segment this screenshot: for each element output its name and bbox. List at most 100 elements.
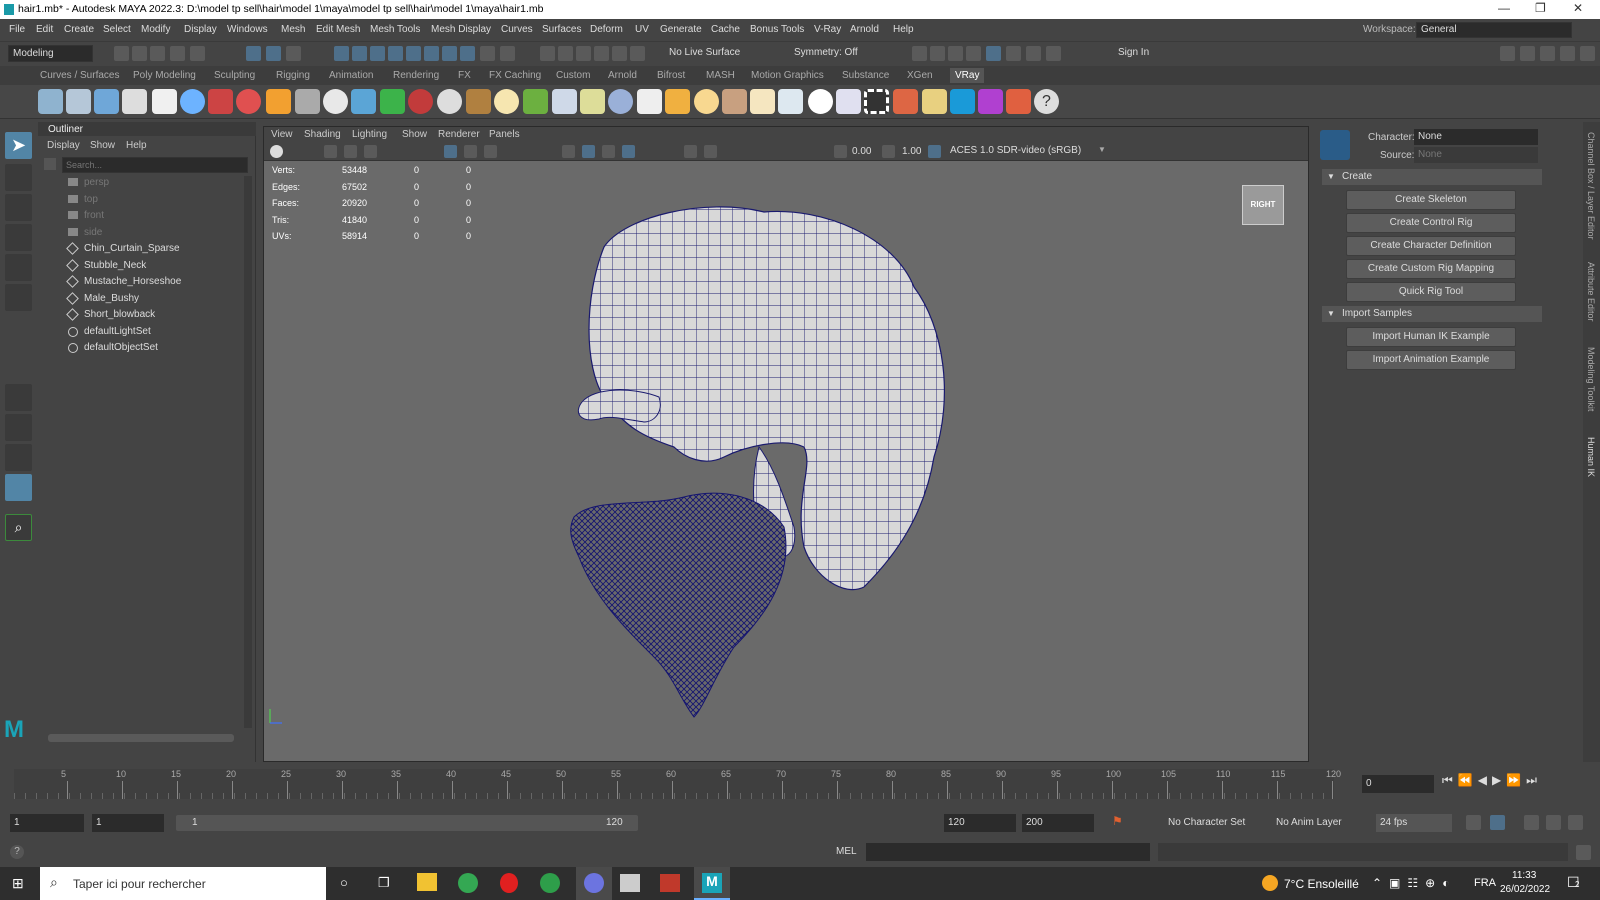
sidebar-tab-modeling-toolkit[interactable]: Modeling Toolkit xyxy=(1586,347,1596,411)
range-bar[interactable]: 1 120 xyxy=(176,815,638,831)
open-scene-icon[interactable] xyxy=(132,46,147,61)
windows-start-icon[interactable]: ⊞ xyxy=(12,875,24,892)
menu-generate[interactable]: Generate xyxy=(660,24,702,35)
lasso-tool-icon[interactable] xyxy=(5,164,32,191)
system-tray-icons[interactable]: ⌃▣☷⊕◐ xyxy=(1372,876,1456,890)
sign-in-button[interactable]: Sign In xyxy=(1102,45,1200,62)
playback-settings-icon[interactable] xyxy=(1568,815,1583,830)
shelf-tab-motion-graphics[interactable]: Motion Graphics xyxy=(751,70,824,81)
outliner-menu-show[interactable]: Show xyxy=(90,140,115,151)
time-slider[interactable]: 5 10 15 20 25 30 35 40 45 50 55 60 65 70 75 80 85 90 95 100… xyxy=(0,765,1600,805)
smooth-shade-icon[interactable] xyxy=(582,145,595,158)
auto-key-icon[interactable]: ⚑ xyxy=(1112,814,1123,828)
filter-icon[interactable] xyxy=(44,158,56,170)
snap-point-icon[interactable] xyxy=(370,46,385,61)
menu-help[interactable]: Help xyxy=(893,24,914,35)
maya-taskbar-button[interactable]: M xyxy=(694,867,730,900)
input-language[interactable]: FRA xyxy=(1474,877,1496,889)
vray-sun-icon[interactable] xyxy=(694,89,719,114)
outliner-layout-icon[interactable] xyxy=(5,474,32,501)
vray-sphere-light-icon[interactable] xyxy=(323,89,348,114)
shelf-tab-vray[interactable]: VRay xyxy=(950,68,985,83)
vray-scene-icon[interactable] xyxy=(408,89,433,114)
panel-menu-panels[interactable]: Panels xyxy=(489,129,520,140)
sidebar-tab-attribute-editor[interactable]: Attribute Editor xyxy=(1586,262,1596,322)
vray-sunlight-icon[interactable] xyxy=(750,89,775,114)
menu-edit-mesh[interactable]: Edit Mesh xyxy=(316,24,360,35)
outliner-item[interactable]: defaultLightSet xyxy=(44,325,240,341)
workspace-select[interactable]: General xyxy=(1416,22,1572,38)
hair-mesh-wireframe[interactable] xyxy=(564,197,984,737)
colorspace-dropdown-icon[interactable]: ▼ xyxy=(1098,145,1106,154)
select-object-icon[interactable] xyxy=(266,46,281,61)
outliner-item[interactable]: defaultObjectSet xyxy=(44,341,240,357)
fps-select[interactable]: 24 fps xyxy=(1376,814,1452,832)
animation-start-field[interactable]: 1 xyxy=(10,814,84,832)
source-select[interactable]: None xyxy=(1414,147,1538,163)
shelf-tab-xgen[interactable]: XGen xyxy=(907,70,933,81)
panel-menu-show[interactable]: Show xyxy=(402,129,427,140)
sidebar-tab-channel-box[interactable]: Channel Box / Layer Editor xyxy=(1586,132,1596,240)
character-set-select[interactable]: No Character Set xyxy=(1168,817,1245,828)
snap-live-icon[interactable] xyxy=(424,46,439,61)
menu-display[interactable]: Display xyxy=(184,24,217,35)
shelf-tab-curves-surfaces[interactable]: Curves / Surfaces xyxy=(40,70,119,81)
command-input[interactable] xyxy=(866,843,1150,861)
outliner-item[interactable]: side xyxy=(44,226,240,242)
animation-end-field[interactable]: 200 xyxy=(1022,814,1094,832)
single-perspective-layout-icon[interactable] xyxy=(5,384,32,411)
ipr-render-icon[interactable] xyxy=(930,46,945,61)
bookmark-icon[interactable] xyxy=(324,145,337,158)
four-view-layout-icon[interactable] xyxy=(5,414,32,441)
sidebar-tab-human-ik[interactable]: Human IK xyxy=(1586,437,1596,477)
symmetry-field[interactable]: Symmetry: Off xyxy=(790,45,870,62)
snap-curve-icon[interactable] xyxy=(352,46,367,61)
vray-palette-icon[interactable] xyxy=(1006,89,1031,114)
playback-controls[interactable]: ⏮⏪◀▶⏩⏭ xyxy=(1442,773,1542,788)
close-icon[interactable]: ✕ xyxy=(1573,1,1583,15)
minimize-icon[interactable]: — xyxy=(1498,1,1510,15)
shelf-tab-fx[interactable]: FX xyxy=(458,70,471,81)
outliner-hscrollbar[interactable] xyxy=(48,734,234,742)
vray-render-settings-icon[interactable] xyxy=(38,89,63,114)
menu-mesh[interactable]: Mesh xyxy=(281,24,305,35)
render-settings-icon[interactable] xyxy=(948,46,963,61)
character-select[interactable]: None xyxy=(1414,129,1538,145)
vray-render-icon[interactable] xyxy=(1006,46,1021,61)
exposure-field[interactable]: 0.00 xyxy=(852,146,871,157)
attribute-editor-icon[interactable] xyxy=(1540,46,1555,61)
ambient-occlusion-icon[interactable] xyxy=(704,145,717,158)
outliner-item[interactable]: persp xyxy=(44,176,240,192)
panel-menu-lighting[interactable]: Lighting xyxy=(352,129,387,140)
vray-ipr-icon[interactable] xyxy=(1026,46,1041,61)
gamma-icon[interactable] xyxy=(882,145,895,158)
input-output-icon[interactable] xyxy=(500,46,515,61)
select-tool-icon[interactable]: ➤ xyxy=(5,132,32,159)
menu-surfaces[interactable]: Surfaces xyxy=(542,24,581,35)
snap-view-plane-icon[interactable] xyxy=(406,46,421,61)
task-view-icon[interactable]: ❐ xyxy=(378,875,390,891)
vray-grass-icon[interactable] xyxy=(523,89,548,114)
vray-plane-icon[interactable] xyxy=(295,89,320,114)
opera-icon[interactable] xyxy=(500,873,518,893)
hypershade-icon[interactable] xyxy=(966,46,981,61)
menu-edit[interactable]: Edit xyxy=(36,24,53,35)
animation-preferences-icon[interactable] xyxy=(1546,815,1561,830)
image-plane-icon[interactable] xyxy=(344,145,357,158)
winrar-icon[interactable] xyxy=(660,874,680,892)
shelf-tab-custom[interactable]: Custom xyxy=(556,70,590,81)
taskbar-search-box[interactable]: ⌕ Taper ici pour rechercher xyxy=(40,867,326,900)
menu-file[interactable]: File xyxy=(9,24,25,35)
vray-image-icon[interactable] xyxy=(893,89,918,114)
chrome-icon[interactable] xyxy=(458,873,478,893)
import-animation-example-button[interactable]: Import Animation Example xyxy=(1346,350,1516,370)
vray-globe-icon[interactable] xyxy=(608,89,633,114)
tool-settings-icon[interactable] xyxy=(1560,46,1575,61)
vray-cloud-icon[interactable] xyxy=(950,89,975,114)
save-scene-icon[interactable] xyxy=(150,46,165,61)
paint-select-tool-icon[interactable] xyxy=(5,194,32,221)
camera-attributes-icon[interactable] xyxy=(364,145,377,158)
vray-ies-light-icon[interactable] xyxy=(494,89,519,114)
shelf-tab-rigging[interactable]: Rigging xyxy=(276,70,310,81)
create-character-definition-button[interactable]: Create Character Definition xyxy=(1346,236,1516,256)
